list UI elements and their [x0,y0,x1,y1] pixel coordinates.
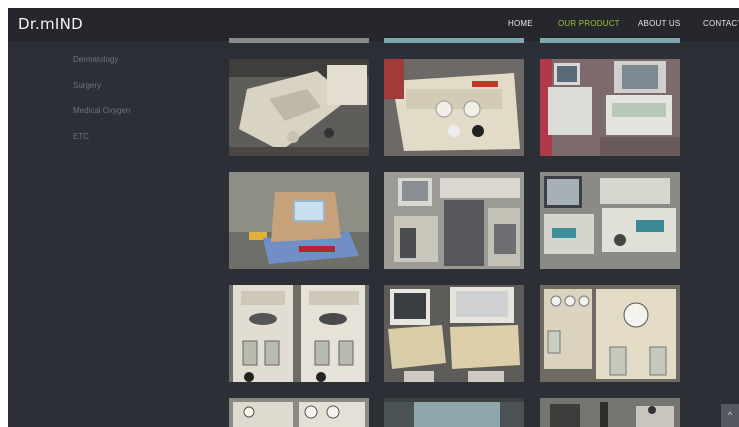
scroll-top-button[interactable]: ^ [721,404,739,427]
product-thumb-partial-top[interactable] [540,38,680,43]
product-thumb-stimulator[interactable] [384,59,524,156]
aesthetic-laser-photo [229,172,369,269]
product-thumb-machine-parts[interactable] [540,398,680,427]
product-thumb-partial-top[interactable] [229,38,369,43]
sidebar-item-surgery[interactable]: Surgery [73,81,101,90]
product-thumb-patient-monitor[interactable] [229,59,369,156]
product-thumb-workstation-cart[interactable] [384,172,524,269]
product-thumb-partial-top[interactable] [384,38,524,43]
aspirator-bottles-photo [540,285,680,382]
suction-unit-photo [229,285,369,382]
blue-device-photo [384,398,524,427]
sidebar-item-etc[interactable]: ETC [73,132,89,141]
gauge-unit-photo [229,398,369,427]
machine-parts-photo [540,398,680,427]
chevron-up-icon: ^ [727,410,733,420]
sidebar-item-medical-oxygen[interactable]: Medical Oxygen [73,106,130,115]
product-thumb-aspirator-bottles[interactable] [540,285,680,382]
product-thumb-monitor-cart[interactable] [540,172,680,269]
product-thumb-ultrasound-console[interactable] [384,285,524,382]
stimulator-device-photo [384,59,524,156]
left-edge [0,8,8,427]
product-thumb-gauge-unit[interactable] [229,398,369,427]
sidebar-item-dermatology[interactable]: Dermatology [73,55,118,64]
nav-our-product[interactable]: OUR PRODUCT [558,19,620,28]
nav-home[interactable]: HOME [508,19,533,28]
patient-monitor-photo [229,59,369,156]
product-thumb-aesthetic-laser[interactable] [229,172,369,269]
page-frame: Dr.mIND HOME OUR PRODUCT ABOUT US CONTAC… [0,8,739,427]
product-thumb-blue-device[interactable] [384,398,524,427]
logo[interactable]: Dr.mIND [18,15,83,33]
nav-about-us[interactable]: ABOUT US [638,19,680,28]
ultrasound-cart-photo [540,59,680,156]
nav-contact[interactable]: CONTACT [703,19,739,28]
top-header: Dr.mIND HOME OUR PRODUCT ABOUT US CONTAC… [8,8,739,41]
monitor-cart-photo [540,172,680,269]
product-thumb-ultrasound-cart[interactable] [540,59,680,156]
ultrasound-console-photo [384,285,524,382]
product-thumb-suction-unit[interactable] [229,285,369,382]
workstation-cart-photo [384,172,524,269]
